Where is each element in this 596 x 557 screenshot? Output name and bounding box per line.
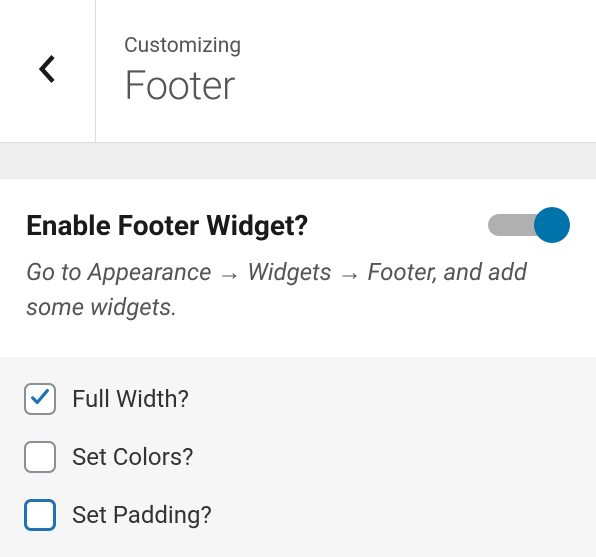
- section-divider: [0, 143, 596, 179]
- footer-options-section: Full Width? Set Colors? Set Padding?: [0, 357, 596, 557]
- enable-footer-toggle[interactable]: [488, 207, 570, 243]
- enable-footer-section: Enable Footer Widget? Go to Appearance →…: [0, 179, 596, 357]
- set-padding-label: Set Padding?: [72, 501, 212, 529]
- full-width-label: Full Width?: [72, 385, 189, 413]
- check-icon: [29, 386, 51, 412]
- enable-footer-description: Go to Appearance → Widgets → Footer, and…: [26, 255, 570, 325]
- full-width-option[interactable]: Full Width?: [24, 383, 572, 415]
- set-padding-option[interactable]: Set Padding?: [24, 499, 572, 531]
- breadcrumb: Customizing: [124, 34, 241, 58]
- page-title: Footer: [124, 62, 241, 109]
- customizer-header: Customizing Footer: [0, 0, 596, 143]
- full-width-checkbox[interactable]: [24, 383, 56, 415]
- enable-footer-label: Enable Footer Widget?: [26, 209, 308, 242]
- set-colors-option[interactable]: Set Colors?: [24, 441, 572, 473]
- set-colors-checkbox[interactable]: [24, 441, 56, 473]
- set-padding-checkbox[interactable]: [24, 499, 56, 531]
- set-colors-label: Set Colors?: [72, 443, 193, 471]
- back-button[interactable]: [0, 0, 96, 142]
- enable-footer-row: Enable Footer Widget?: [26, 207, 570, 243]
- toggle-thumb: [534, 207, 570, 243]
- chevron-left-icon: [37, 54, 59, 88]
- header-content: Customizing Footer: [96, 0, 269, 142]
